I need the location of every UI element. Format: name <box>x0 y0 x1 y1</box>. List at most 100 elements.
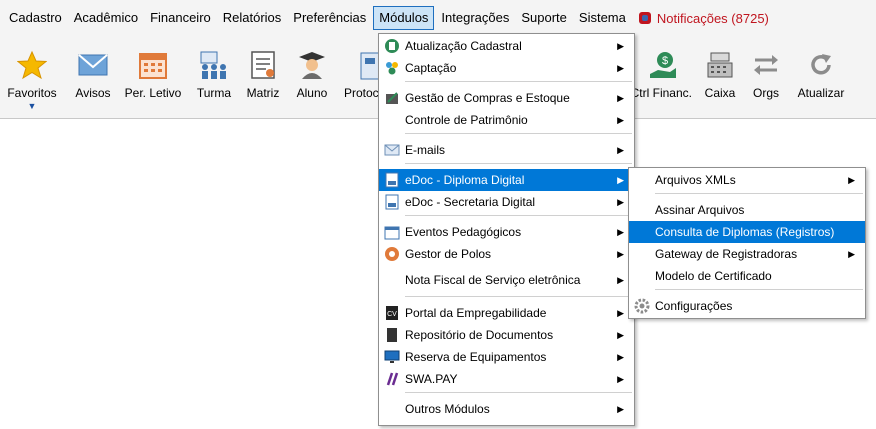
separator <box>405 296 632 297</box>
captacao-icon <box>383 59 401 77</box>
edoc-submenu: Arquivos XMLs ▶ Assinar Arquivos Consulta… <box>628 167 866 319</box>
email-icon <box>383 141 401 159</box>
menu-academico[interactable]: Acadêmico <box>69 6 143 30</box>
menu-bar: Cadastro Acadêmico Financeiro Relatórios… <box>0 0 876 36</box>
avisos-button[interactable]: Avisos <box>70 36 116 118</box>
submenu-item-gateway-registradoras[interactable]: Gateway de Registradoras ▶ <box>629 243 865 265</box>
menu-item-nota-fiscal[interactable]: Nota Fiscal de Serviço eletrônica ▶ <box>379 269 634 291</box>
menu-item-emails[interactable]: E-mails ▶ <box>379 139 634 161</box>
submenu-arrow-icon: ▶ <box>617 248 624 259</box>
money-hand-icon: $ <box>646 48 680 82</box>
menu-item-edoc-secretaria[interactable]: eDoc - Secretaria Digital ▶ <box>379 191 634 213</box>
protocol-icon <box>354 48 380 82</box>
menu-relatorios[interactable]: Relatórios <box>218 6 287 30</box>
ctrl-financ-label: Ctrl Financ. <box>630 86 692 100</box>
gear-icon <box>633 297 651 315</box>
separator <box>655 193 863 194</box>
favoritos-button[interactable]: Favoritos ▼ <box>4 36 60 118</box>
menu-preferencias[interactable]: Preferências <box>288 6 371 30</box>
submenu-arrow-icon: ▶ <box>617 174 624 185</box>
submenu-arrow-icon: ▶ <box>617 274 624 285</box>
protocolo-label: Protoc <box>344 86 379 100</box>
menu-item-controle-patrimonio[interactable]: Controle de Patrimônio ▶ <box>379 109 634 131</box>
notifications-link[interactable]: Notificações (8725) <box>638 10 769 26</box>
cash-register-icon <box>703 48 737 82</box>
submenu-arrow-icon: ▶ <box>617 196 624 207</box>
submenu-item-modelo-certificado[interactable]: Modelo de Certificado <box>629 265 865 287</box>
menu-item-outros-modulos[interactable]: Outros Módulos ▶ <box>379 398 634 420</box>
submenu-arrow-icon: ▶ <box>617 373 624 384</box>
menu-item-edoc-diploma[interactable]: eDoc - Diploma Digital ▶ <box>379 169 634 191</box>
submenu-item-arquivos-xmls[interactable]: Arquivos XMLs ▶ <box>629 169 865 191</box>
submenu-arrow-icon: ▶ <box>617 403 624 414</box>
class-icon <box>197 48 231 82</box>
submenu-arrow-icon: ▶ <box>617 62 624 73</box>
calendar-icon <box>136 48 170 82</box>
menu-cadastro[interactable]: Cadastro <box>4 6 67 30</box>
atualizar-button[interactable]: Atualizar <box>794 36 848 118</box>
submenu-arrow-icon: ▶ <box>617 114 624 125</box>
envelope-icon <box>76 48 110 82</box>
svg-text:CV: CV <box>387 311 397 318</box>
separator <box>405 133 632 134</box>
modulos-dropdown: Atualização Cadastral ▶ Captação ▶ Gestão … <box>378 33 635 426</box>
submenu-item-consulta-diplomas[interactable]: Consulta de Diplomas (Registros) <box>629 221 865 243</box>
separator <box>405 392 632 393</box>
periodo-letivo-label: Per. Letivo <box>124 86 182 100</box>
atualizar-label: Atualizar <box>797 86 845 100</box>
turma-button[interactable]: Turma <box>192 36 236 118</box>
cv-icon: CV <box>383 304 401 322</box>
submenu-arrow-icon: ▶ <box>617 226 624 237</box>
separator <box>655 289 863 290</box>
menu-item-repositorio[interactable]: Repositório de Documentos ▶ <box>379 324 634 346</box>
orgs-button[interactable]: Orgs <box>746 36 786 118</box>
submenu-arrow-icon: ▶ <box>617 329 624 340</box>
aluno-label: Aluno <box>296 86 328 100</box>
aluno-button[interactable]: Aluno <box>290 36 334 118</box>
notification-icon <box>638 12 651 24</box>
ctrl-financ-button[interactable]: $ Ctrl Financ. <box>630 36 692 118</box>
menu-sistema[interactable]: Sistema <box>574 6 631 30</box>
menu-integracoes[interactable]: Integrações <box>436 6 514 30</box>
menu-item-reserva-equipamentos[interactable]: Reserva de Equipamentos ▶ <box>379 346 634 368</box>
submenu-item-configuracoes[interactable]: Configurações <box>629 295 865 317</box>
svg-text:$: $ <box>662 55 668 67</box>
submenu-arrow-icon: ▶ <box>848 248 855 259</box>
menu-item-swapay[interactable]: SWA.PAY ▶ <box>379 368 634 390</box>
matriz-label: Matriz <box>246 86 280 100</box>
swapay-icon <box>383 370 401 388</box>
refresh-icon <box>804 48 838 82</box>
monitor-icon <box>383 348 401 366</box>
menu-item-gestor-polos[interactable]: Gestor de Polos ▶ <box>379 243 634 265</box>
menu-modulos[interactable]: Módulos <box>373 6 435 30</box>
menu-item-captacao[interactable]: Captação ▶ <box>379 57 634 79</box>
calendar-icon <box>383 223 401 241</box>
menu-item-eventos-pedagogicos[interactable]: Eventos Pedagógicos ▶ <box>379 221 634 243</box>
polos-icon <box>383 245 401 263</box>
submenu-item-assinar-arquivos[interactable]: Assinar Arquivos <box>629 199 865 221</box>
caixa-button[interactable]: Caixa <box>700 36 740 118</box>
separator <box>405 81 632 82</box>
protocolo-button[interactable]: Protoc <box>340 36 380 118</box>
orgs-label: Orgs <box>752 86 779 100</box>
menu-item-portal-empregabilidade[interactable]: CV Portal da Empregabilidade ▶ <box>379 302 634 324</box>
submenu-arrow-icon: ▶ <box>617 40 624 51</box>
transfer-arrows-icon <box>749 48 783 82</box>
menu-item-gestao-compras[interactable]: Gestão de Compras e Estoque ▶ <box>379 87 634 109</box>
menu-financeiro[interactable]: Financeiro <box>145 6 216 30</box>
cadastral-icon <box>383 37 401 55</box>
compras-icon <box>383 89 401 107</box>
notifications-label: Notificações (8725) <box>656 10 769 26</box>
matriz-button[interactable]: Matriz <box>242 36 284 118</box>
doc-icon <box>383 193 401 211</box>
menu-suporte[interactable]: Suporte <box>516 6 572 30</box>
star-icon <box>15 48 49 82</box>
submenu-arrow-icon: ▶ <box>617 307 624 318</box>
menu-item-atualizacao-cadastral[interactable]: Atualização Cadastral ▶ <box>379 35 634 57</box>
periodo-letivo-button[interactable]: Per. Letivo <box>122 36 184 118</box>
separator <box>405 215 632 216</box>
turma-label: Turma <box>196 86 232 100</box>
submenu-arrow-icon: ▶ <box>617 144 624 155</box>
submenu-arrow-icon: ▶ <box>848 174 855 185</box>
caixa-label: Caixa <box>704 86 736 100</box>
